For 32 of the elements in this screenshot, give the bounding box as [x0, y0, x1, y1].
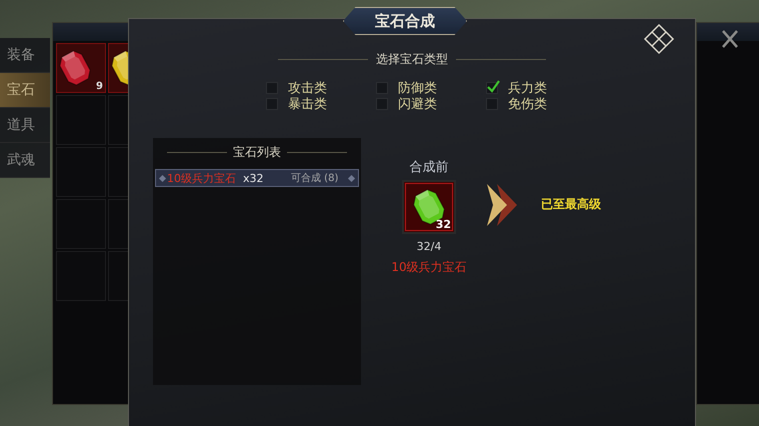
- gem-list-item[interactable]: 10级兵力宝石 x32 可合成 (8): [155, 169, 359, 187]
- checkbox[interactable]: [376, 98, 388, 110]
- item-count: 32: [436, 218, 451, 231]
- gem-ratio: 32/4: [416, 240, 442, 253]
- before-label: 合成前: [410, 159, 448, 176]
- dialog-title: 宝石合成: [343, 7, 467, 35]
- checkbox[interactable]: [376, 82, 388, 94]
- checkbox-label: 免伤类: [508, 96, 547, 113]
- gem-name: 10级兵力宝石: [391, 259, 467, 276]
- gem-slot[interactable]: 32: [402, 180, 456, 234]
- gem-quantity: x32: [243, 172, 265, 184]
- result-text: 已至最高级: [541, 196, 601, 213]
- checkbox[interactable]: [266, 98, 278, 110]
- checkbox-label: 防御类: [398, 80, 437, 97]
- side-tab[interactable]: 装备: [0, 38, 50, 73]
- checkbox-label: 兵力类: [508, 80, 547, 97]
- checkbox-label: 攻击类: [288, 80, 327, 97]
- panel-header-bar: [697, 23, 759, 41]
- side-tab[interactable]: 武魂: [0, 143, 50, 178]
- checkbox[interactable]: [266, 82, 278, 94]
- checkbox[interactable]: [486, 82, 498, 94]
- inventory-slot[interactable]: 9: [56, 43, 106, 93]
- item-count: 9: [96, 81, 103, 92]
- side-tab[interactable]: 道具: [0, 108, 50, 143]
- side-tab[interactable]: 宝石: [0, 73, 50, 108]
- checkbox-label: 闪避类: [398, 96, 437, 113]
- gem-name: 10级兵力宝石: [167, 170, 237, 186]
- list-heading: 宝石列表: [233, 144, 281, 161]
- synth-status: 可合成 (8): [291, 172, 340, 185]
- section-heading: 选择宝石类型: [376, 51, 448, 68]
- checkbox[interactable]: [486, 98, 498, 110]
- checkbox-label: 暴击类: [288, 96, 327, 113]
